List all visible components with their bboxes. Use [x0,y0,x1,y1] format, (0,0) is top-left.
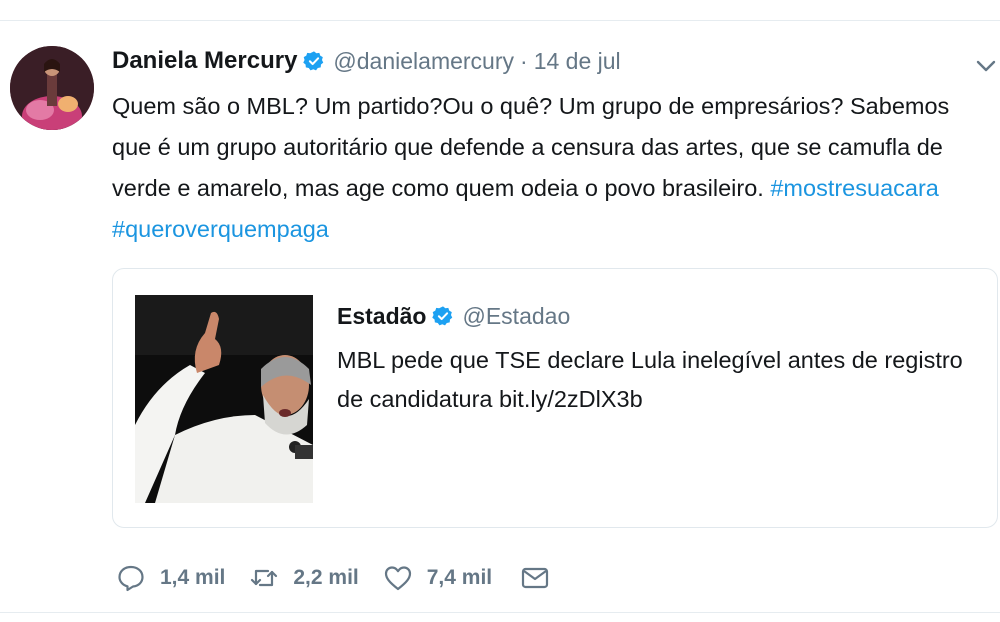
tweet-actions: 1,4 mil 2,2 mil 7,4 mil [116,560,574,596]
verified-badge-icon [432,305,454,327]
heart-icon [383,563,413,593]
chevron-down-icon[interactable] [972,52,1000,80]
quoted-tweet-text: MBL pede que TSE declare Lula inelegível… [337,347,963,412]
quoted-author-name[interactable]: Estadão [337,303,426,330]
bottom-divider [0,612,1000,613]
tweet-text: Quem são o MBL? Um partido?Ou o quê? Um … [112,86,992,250]
reply-count: 1,4 mil [160,566,226,589]
tweet-header: Daniela Mercury @danielamercury · 14 de … [112,44,621,78]
avatar[interactable] [10,46,94,130]
hashtag-link[interactable]: #mostresuacara [770,175,939,201]
retweet-button[interactable]: 2,2 mil [249,563,359,593]
mail-icon [520,563,550,593]
retweet-count: 2,2 mil [293,566,359,589]
quoted-tweet-card[interactable]: Estadão @Estadao MBL pede que TSE declar… [112,268,998,528]
like-count: 7,4 mil [426,566,493,589]
quoted-tweet-image [135,295,313,503]
reply-button[interactable]: 1,4 mil [116,563,225,593]
hashtag-link[interactable]: #queroverquempaga [112,216,329,242]
quoted-tweet-header: Estadão @Estadao [337,299,570,333]
avatar-image [10,46,94,130]
author-handle[interactable]: @danielamercury [333,48,514,75]
verified-badge-icon [303,50,325,72]
quoted-author-handle[interactable]: @Estadao [462,303,570,330]
direct-message-button[interactable] [520,563,550,593]
author-name[interactable]: Daniela Mercury [112,47,297,75]
separator-dot: · [520,47,528,74]
top-divider [0,20,1000,21]
like-button[interactable]: 7,4 mil [383,563,492,593]
tweet-date[interactable]: 14 de jul [534,48,621,75]
reply-icon [116,563,146,593]
retweet-icon [249,563,279,593]
